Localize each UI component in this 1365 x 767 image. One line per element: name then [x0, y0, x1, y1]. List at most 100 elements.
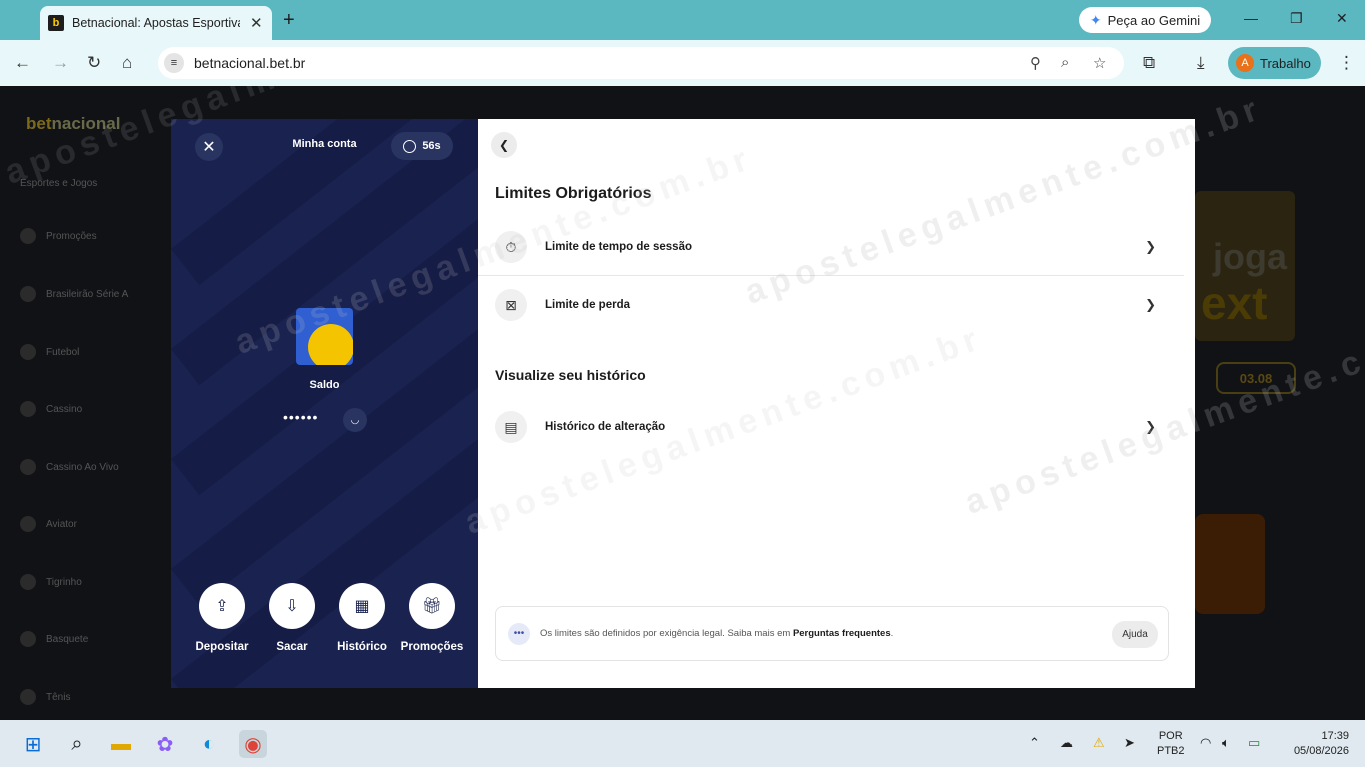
edge-icon[interactable]: ◐ — [195, 730, 223, 758]
account-panel: ✕ Minha conta 56s Saldo •••••• ◡ ⇪ Depos… — [171, 119, 478, 688]
depositar-button[interactable]: ⇪ Depositar — [187, 583, 257, 653]
send-icon[interactable]: ➤ — [1124, 735, 1135, 751]
promo-banner[interactable]: joga ext — [1195, 191, 1295, 341]
search-icon[interactable]: ⌕ — [63, 730, 91, 758]
sidebar-icon — [20, 228, 36, 244]
site-info-icon[interactable]: ≡ — [164, 53, 184, 73]
sidebar-item-aviator[interactable]: Aviator — [20, 516, 77, 532]
account-actions: ⇪ Depositar ⇩ Sacar ▦ Histórico 🎁︎ Promo… — [187, 583, 467, 653]
close-tab-icon[interactable]: ✕ — [250, 14, 263, 32]
sacar-button[interactable]: ⇩ Sacar — [257, 583, 327, 653]
time: 17:39 — [1321, 730, 1349, 742]
sidebar-item-label: Cassino — [46, 403, 83, 415]
change-history-row[interactable]: ▤ Histórico de alteração ❯ — [495, 410, 1180, 444]
sidebar-icon — [20, 344, 36, 360]
page-content: betnacional Esportes e Jogos Promoções B… — [0, 86, 1365, 720]
sidebar-item-label: Brasileirão Série A — [46, 288, 129, 300]
copilot-icon[interactable]: ✿ — [151, 730, 179, 758]
sidebar-item-cassino-ao-vivo[interactable]: Cassino Ao Vivo — [20, 459, 119, 475]
restore-icon[interactable]: ❐ — [1290, 10, 1303, 27]
lang-code: POR — [1158, 730, 1183, 742]
home-icon[interactable]: ⌂ — [122, 53, 132, 73]
banner-word: joga — [1213, 236, 1288, 277]
extensions-icon[interactable]: ⧉ — [1143, 53, 1155, 73]
tray-chevron-icon[interactable]: ⌃ — [1029, 735, 1040, 751]
game-thumbnail[interactable] — [1195, 514, 1265, 614]
sidebar-icon — [20, 516, 36, 532]
volume-icon[interactable]: 🔈︎ — [1222, 735, 1230, 751]
date: 05/08/2026 — [1293, 745, 1349, 757]
sidebar-item-promocoes[interactable]: Promoções — [20, 228, 97, 244]
location-pin-icon[interactable]: ⚲ — [1030, 54, 1041, 72]
back-button[interactable]: ❮ — [491, 132, 517, 158]
toggle-balance-eye-icon[interactable]: ◡ — [343, 408, 367, 432]
deposit-icon: ⇪ — [199, 583, 245, 629]
row-label: Histórico de alteração — [545, 421, 666, 433]
info-text: Os limites são definidos por exigência l… — [540, 628, 893, 639]
site-favicon-icon: b — [48, 15, 64, 31]
taskbar: ⊞ ⌕ ▬ ✿ ◐ ◉ ⌃ ☁ ⚠ ➤ POR PTB2 ◠ 🔈︎ ▭ 17:39… — [0, 720, 1365, 767]
clock[interactable]: 17:39 05/08/2026 — [1283, 729, 1349, 759]
info-box: ••• Os limites são definidos por exigênc… — [495, 606, 1169, 661]
faq-link[interactable]: Perguntas frequentes — [793, 628, 891, 639]
cloud-off-icon[interactable]: ☁ — [1060, 735, 1073, 751]
action-label: Depositar — [195, 641, 249, 653]
calendar-icon: ▦ — [339, 583, 385, 629]
loss-limit-row[interactable]: ⊠ Limite de perda ❯ — [495, 288, 1180, 322]
back-arrow-icon[interactable]: ← — [14, 53, 31, 73]
row-label: Limite de perda — [545, 299, 630, 311]
sidebar-item-basquete[interactable]: Basquete — [20, 631, 88, 647]
tab-title: Betnacional: Apostas Esportivas — [72, 16, 240, 30]
history-heading: Visualize seu histórico — [495, 367, 646, 383]
withdraw-icon: ⇩ — [269, 583, 315, 629]
document-icon: ▤ — [495, 411, 527, 443]
forward-arrow-icon[interactable]: → — [52, 53, 69, 73]
bookmark-star-icon[interactable]: ☆ — [1093, 54, 1106, 72]
sidebar-icon — [20, 689, 36, 705]
sidebar-item-brasileirao[interactable]: Brasileirão Série A — [20, 286, 128, 302]
wifi-icon[interactable]: ◠ — [1200, 735, 1211, 751]
profile-button[interactable]: A Trabalho — [1228, 47, 1321, 79]
file-explorer-icon[interactable]: ▬ — [107, 730, 135, 758]
sidebar-item-cassino[interactable]: Cassino — [20, 401, 82, 417]
session-time-limit-row[interactable]: ⏱︎ Limite de tempo de sessão ❯ — [495, 230, 1180, 264]
sidebar-item-futebol[interactable]: Futebol — [20, 344, 79, 360]
sidebar-item-tenis[interactable]: Tênis — [20, 689, 70, 705]
chat-bubble-icon: ••• — [508, 622, 530, 645]
window-close-icon[interactable]: ✕ — [1336, 10, 1348, 27]
info-text-end: . — [890, 628, 894, 639]
logo-nacional: nacional — [51, 114, 121, 133]
keyboard-layout: PTB2 — [1157, 745, 1185, 757]
address-bar[interactable]: ≡ betnacional.bet.br ⚲ ⌕ ☆ — [158, 47, 1124, 79]
user-avatar — [296, 308, 353, 365]
chrome-icon[interactable]: ◉ — [239, 730, 267, 758]
windows-start-icon[interactable]: ⊞ — [19, 730, 47, 758]
sidebar-item-label: Aviator — [46, 518, 77, 530]
download-icon[interactable]: ⤓ — [1197, 53, 1205, 73]
chevron-right-icon: ❯ — [1145, 297, 1156, 312]
help-button[interactable]: Ajuda — [1112, 621, 1158, 648]
security-warning-icon[interactable]: ⚠ — [1093, 735, 1105, 751]
new-tab-icon[interactable]: + — [283, 9, 295, 32]
site-logo[interactable]: betnacional — [26, 114, 120, 134]
historico-button[interactable]: ▦ Histórico — [327, 583, 397, 653]
minimize-icon[interactable]: — — [1244, 10, 1258, 26]
browser-toolbar: ← → ↻ ⌂ ≡ betnacional.bet.br ⚲ ⌕ ☆ ⧉ ⤓ A… — [0, 40, 1365, 86]
battery-icon[interactable]: ▭ — [1248, 735, 1260, 751]
stopwatch-icon: ⏱︎ — [495, 231, 527, 263]
row-label: Limite de tempo de sessão — [545, 241, 692, 253]
chevron-right-icon: ❯ — [1145, 419, 1156, 434]
action-label: Sacar — [276, 641, 308, 653]
clock-icon — [403, 139, 417, 153]
menu-kebab-icon[interactable]: ⋮ — [1338, 53, 1355, 73]
sidebar-item-label: Futebol — [46, 346, 80, 358]
browser-tab[interactable]: b Betnacional: Apostas Esportivas ✕ — [40, 6, 272, 40]
sidebar-icon — [20, 574, 36, 590]
language-indicator[interactable]: POR PTB2 — [1157, 729, 1185, 759]
sidebar-item-tigrinho[interactable]: Tigrinho — [20, 574, 82, 590]
zoom-icon[interactable]: ⌕ — [1061, 54, 1069, 71]
url-text[interactable]: betnacional.bet.br — [194, 55, 305, 71]
gemini-button[interactable]: ✦ Peça ao Gemini — [1079, 7, 1211, 33]
reload-icon[interactable]: ↻ — [87, 53, 101, 73]
promocoes-button[interactable]: 🎁︎ Promoções — [397, 583, 467, 653]
